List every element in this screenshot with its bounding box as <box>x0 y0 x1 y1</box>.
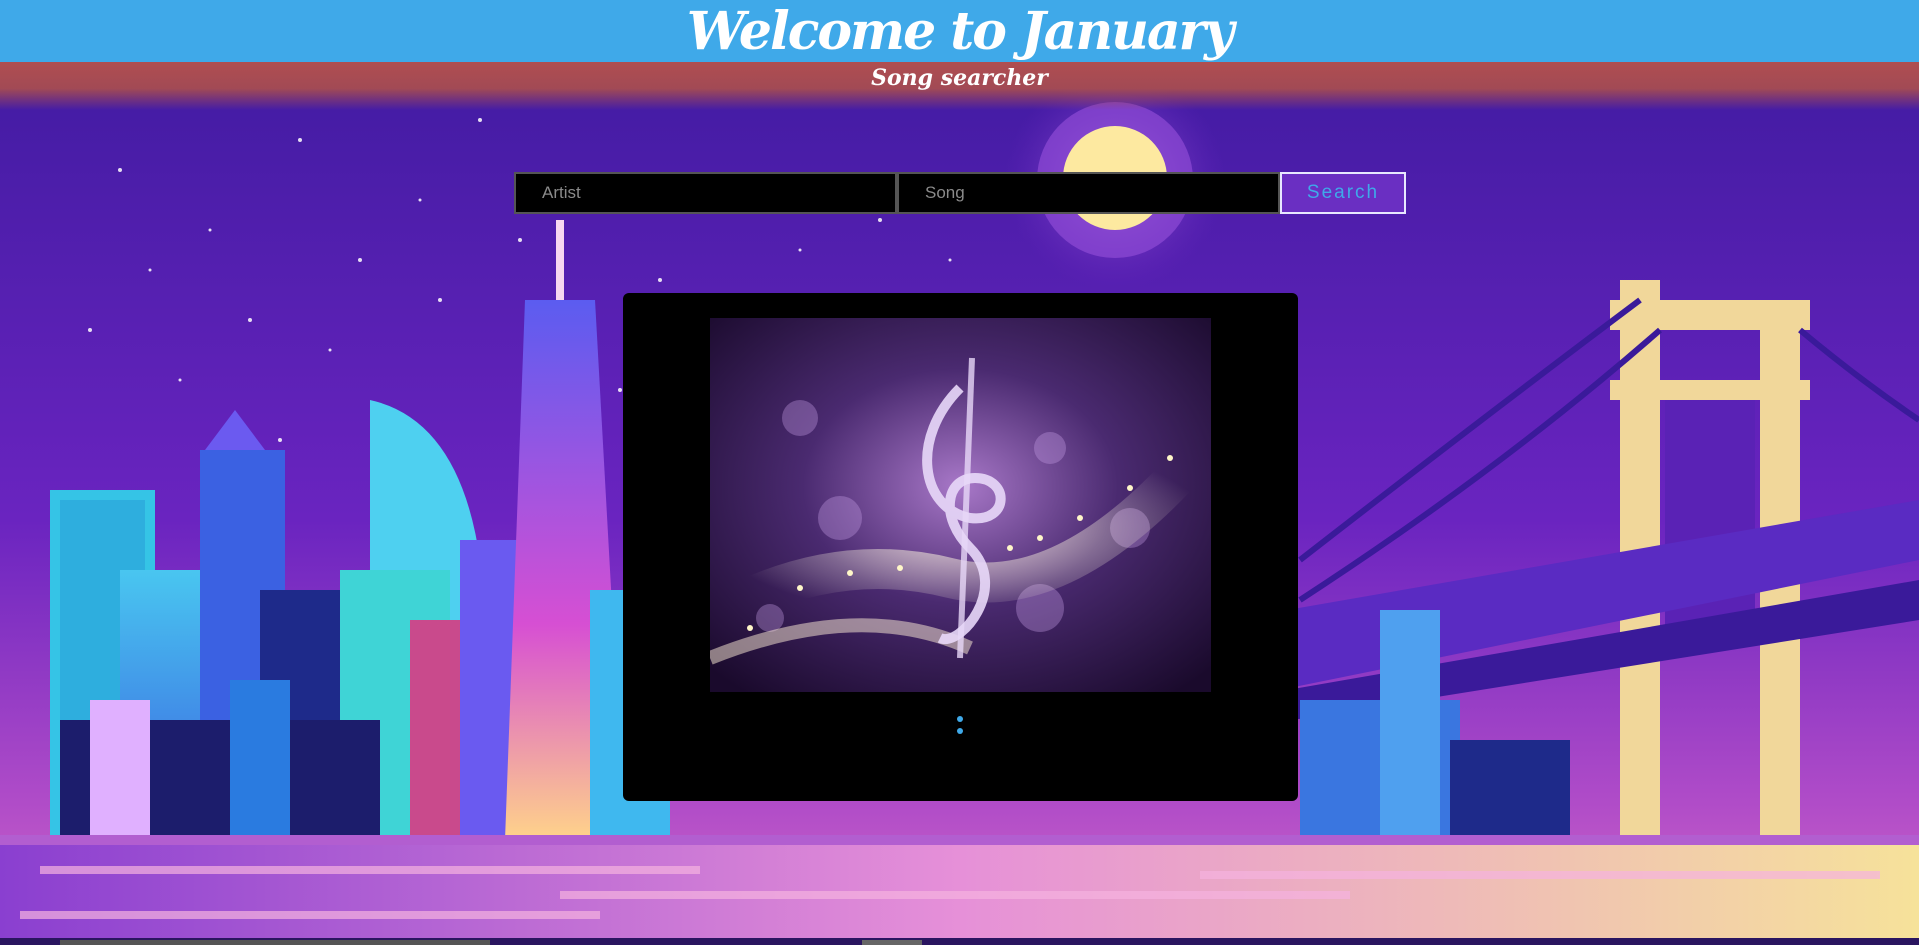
horizontal-scrollbar[interactable] <box>0 938 1919 945</box>
site-header: Welcome to January <box>0 0 1919 62</box>
music-notes-image <box>710 318 1211 692</box>
scrollbar-thumb[interactable] <box>60 940 490 945</box>
image-carousel <box>623 293 1298 801</box>
site-subtitle: Song searcher <box>871 65 1048 91</box>
search-button[interactable]: Search <box>1280 172 1406 214</box>
carousel-dot[interactable] <box>957 716 963 722</box>
carousel-indicators[interactable] <box>956 716 964 740</box>
search-form: Search <box>514 172 1406 214</box>
artist-input[interactable] <box>514 172 897 214</box>
scrollbar-marker <box>862 940 922 945</box>
song-input[interactable] <box>897 172 1280 214</box>
carousel-dot[interactable] <box>957 728 963 734</box>
site-title: Welcome to January <box>686 0 1235 62</box>
site-subheader: Song searcher <box>0 62 1919 110</box>
